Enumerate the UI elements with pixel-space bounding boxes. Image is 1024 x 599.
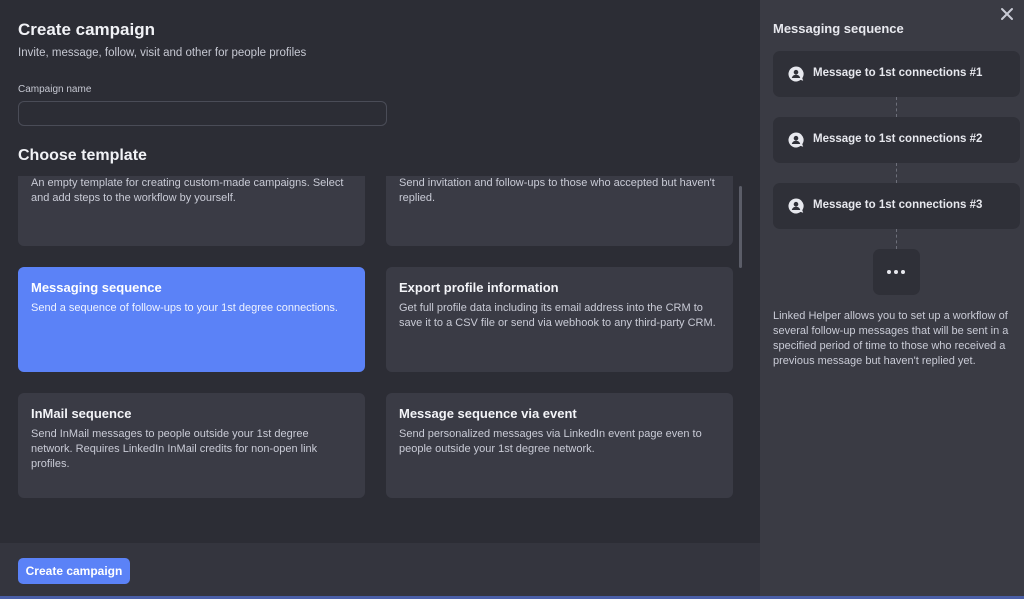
page-subtitle: Invite, message, follow, visit and other… <box>18 47 307 59</box>
sequence-step-2[interactable]: Message to 1st connections #2 <box>773 117 1020 163</box>
template-card-event-sequence[interactable]: Message sequence via event Send personal… <box>386 393 733 498</box>
page-title: Create campaign <box>18 20 155 39</box>
message-person-icon <box>788 132 804 148</box>
template-card-messaging-sequence[interactable]: Messaging sequence Send a sequence of fo… <box>18 267 365 372</box>
template-description: Send invitation and follow-ups to those … <box>399 177 715 204</box>
step-connector <box>896 229 897 249</box>
message-person-icon <box>788 198 804 214</box>
campaign-name-input[interactable] <box>18 101 387 126</box>
step-connector <box>896 163 897 183</box>
choose-template-heading: Choose template <box>18 147 147 164</box>
sequence-step-3[interactable]: Message to 1st connections #3 <box>773 183 1020 229</box>
template-card-custom[interactable]: An empty template for creating custom-ma… <box>18 176 365 246</box>
sequence-description: Linked Helper allows you to set up a wor… <box>773 310 1009 367</box>
close-icon[interactable] <box>998 5 1016 23</box>
template-scrollbar[interactable] <box>739 186 742 268</box>
step-connector <box>896 97 897 117</box>
campaign-name-label: Campaign name <box>18 84 92 95</box>
sequence-step-1[interactable]: Message to 1st connections #1 <box>773 51 1020 97</box>
template-title: Export profile information <box>399 280 559 295</box>
template-title: Messaging sequence <box>31 280 162 295</box>
template-description: Get full profile data including its emai… <box>399 302 716 329</box>
template-title: InMail sequence <box>31 406 132 421</box>
template-card-invite-follow-up[interactable]: Send invitation and follow-ups to those … <box>386 176 733 246</box>
template-description: Send a sequence of follow-ups to your 1s… <box>31 302 338 314</box>
sequence-step-label: Message to 1st connections #3 <box>813 199 983 211</box>
sequence-title: Messaging sequence <box>773 21 904 36</box>
template-description: An empty template for creating custom-ma… <box>31 177 344 204</box>
template-description: Send personalized messages via LinkedIn … <box>399 428 702 455</box>
template-title: Message sequence via event <box>399 406 577 421</box>
template-card-export-profile[interactable]: Export profile information Get full prof… <box>386 267 733 372</box>
template-description: Send InMail messages to people outside y… <box>31 428 318 470</box>
sequence-step-label: Message to 1st connections #1 <box>813 67 983 79</box>
sequence-step-label: Message to 1st connections #2 <box>813 133 983 145</box>
template-grid: An empty template for creating custom-ma… <box>0 176 760 543</box>
template-card-inmail-sequence[interactable]: InMail sequence Send InMail messages to … <box>18 393 365 498</box>
create-campaign-button[interactable]: Create campaign <box>18 558 130 584</box>
message-person-icon <box>788 66 804 82</box>
add-step-button[interactable] <box>873 249 920 295</box>
